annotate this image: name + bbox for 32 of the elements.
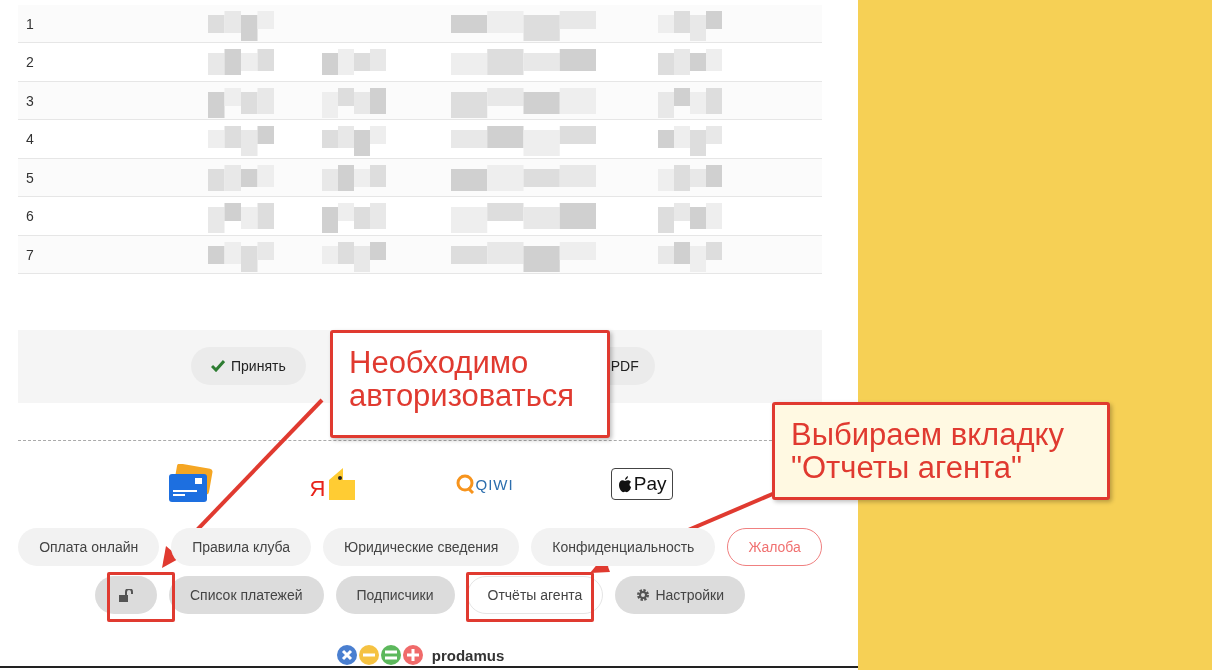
check-icon — [211, 360, 225, 373]
footer-link-button[interactable]: Отчёты агента — [466, 576, 604, 614]
footer-link-button[interactable]: Юридические сведения — [323, 528, 520, 566]
brand-name: prodamus — [431, 646, 505, 664]
row-number: 2 — [25, 54, 35, 71]
bank-card-icon — [166, 464, 213, 505]
login-button[interactable] — [94, 576, 157, 614]
unlocked-padlock-icon — [117, 588, 134, 602]
row-number: 1 — [25, 15, 35, 32]
accept-button[interactable]: Принять — [191, 347, 306, 386]
qiwi-logo: QIWI — [475, 475, 514, 493]
row-number: 7 — [25, 246, 35, 263]
settings-button[interactable]: Настройки — [615, 576, 746, 614]
pdf-button[interactable]: PDF — [608, 347, 655, 386]
row-number: 4 — [25, 131, 35, 148]
highlight-frame — [107, 572, 175, 622]
footer-link-button[interactable]: Оплата онлайн — [18, 528, 160, 566]
footer-link-button[interactable]: Конфиденциальность — [531, 528, 716, 566]
row-number: 5 — [25, 169, 35, 186]
annotation-callout: Выбираем вкладку "Отчеты агента" — [772, 402, 1110, 500]
footer-link-button[interactable]: Подписчики — [335, 576, 455, 614]
yandex-letter: Я — [309, 476, 326, 503]
row-number: 6 — [25, 208, 35, 225]
annotation-callout: Необходимо авторизоваться — [330, 330, 610, 438]
row-number: 3 — [25, 92, 35, 109]
footer-link-button[interactable]: Список платежей — [168, 576, 324, 614]
settings-icon — [636, 588, 651, 602]
qiwi-ring-icon — [454, 474, 475, 495]
apple-icon — [617, 475, 632, 493]
apple-pay-logo: Pay — [610, 468, 674, 501]
footer-link-button[interactable]: Правила клуба — [171, 528, 312, 566]
wallet-icon — [327, 466, 358, 503]
